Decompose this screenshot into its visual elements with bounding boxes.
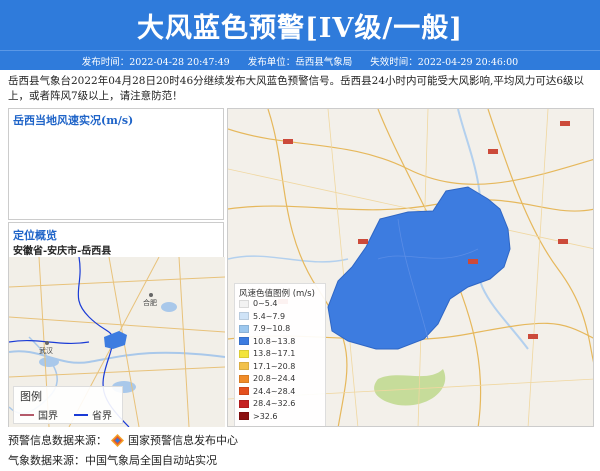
wind-legend-item: 7.9~10.8 — [239, 324, 290, 333]
wind-legend-swatch — [239, 374, 249, 383]
warning-source-name[interactable]: 国家预警信息发布中心 — [128, 432, 238, 448]
wind-legend-swatch — [239, 312, 249, 320]
wind-legend-label: 7.9~10.8 — [253, 324, 291, 333]
wind-legend-item: 20.8~24.4 — [239, 374, 295, 383]
wind-legend-item: 28.4~32.6 — [239, 399, 295, 408]
expire-time: 失效时间：2022-04-29 20:46:00 — [370, 56, 519, 68]
map-label-hefei: 合肥 — [143, 299, 157, 307]
map-label-wuhan: 武汉 — [39, 347, 53, 355]
wind-legend-title: 风速色值图例 (m/s) — [239, 289, 315, 299]
legend-country-border: 国界 — [20, 407, 58, 422]
wind-legend-item: 13.8~17.1 — [239, 349, 295, 358]
location-overview-panel: 定位概览 安徽省-安庆市-岳西县 合肥 武汉 图例 国界 省界 — [8, 222, 225, 427]
warning-description: 岳西县气象台2022年04月28日20时46分继续发布大风蓝色预警信号。岳西县2… — [8, 75, 585, 102]
wind-legend-label: 24.4~28.4 — [253, 386, 296, 396]
wind-legend-swatch — [239, 299, 249, 308]
weather-source-label: 气象数据来源：中国气象局全国自动站实况 — [8, 454, 217, 467]
warning-source-line: 预警信息数据来源： 国家预警信息发布中心 — [8, 432, 238, 448]
country-border-label: 国界 — [38, 411, 58, 422]
wind-legend-swatch — [239, 337, 249, 345]
wind-legend-item: 24.4~28.4 — [239, 387, 295, 396]
nmc-logo-icon — [111, 433, 124, 447]
wind-legend-swatch — [239, 412, 249, 420]
wind-legend-swatch — [239, 349, 249, 358]
wind-legend-item: 10.8~13.8 — [239, 337, 295, 346]
wind-legend-item: 0~5.4 — [239, 299, 278, 308]
location-overview-title: 定位概览 — [13, 229, 57, 242]
wind-legend-label: 0~5.4 — [253, 299, 278, 308]
wind-legend-label: 28.4~32.6 — [253, 399, 296, 408]
wind-legend-swatch — [239, 387, 249, 395]
county-wind-map[interactable]: 风速色值图例 (m/s) 0~5.4 5.4~7.9 7.9~10.8 10.8~13… — [227, 108, 594, 427]
warning-info-bar: 发布时间：2022-04-28 20:47:49 发布单位：岳西县气象局 失效时… — [0, 50, 600, 70]
wind-legend-item: >32.6 — [239, 412, 278, 421]
map-legend-title: 图例 — [20, 390, 42, 403]
wind-legend-label: 10.8~13.8 — [253, 336, 296, 346]
country-border-line-icon — [20, 413, 34, 416]
legend-province-border: 省界 — [74, 407, 112, 422]
province-border-line-icon — [74, 413, 88, 416]
wind-legend-label: 5.4~7.9 — [253, 311, 286, 321]
wind-legend-label: 20.8~24.4 — [253, 374, 296, 383]
map-legend: 图例 国界 省界 — [13, 386, 123, 424]
weather-source-line: 气象数据来源：中国气象局全国自动站实况 — [8, 452, 217, 468]
wind-speed-title: 岳西当地风速实况(m/s) — [13, 114, 134, 127]
wind-legend-swatch — [239, 324, 249, 333]
warning-source-label: 预警信息数据来源： — [8, 434, 107, 447]
wind-legend-label: 13.8~17.1 — [253, 349, 296, 358]
wind-legend-label: 17.1~20.8 — [253, 361, 296, 371]
wind-legend-swatch — [239, 362, 249, 370]
wind-legend-item: 5.4~7.9 — [239, 312, 285, 321]
publisher: 发布单位：岳西县气象局 — [247, 56, 353, 68]
wind-legend-swatch — [239, 399, 249, 408]
publish-time: 发布时间：2022-04-28 20:47:49 — [81, 56, 230, 68]
province-border-label: 省界 — [92, 411, 112, 422]
location-overview-map[interactable]: 合肥 武汉 图例 国界 省界 — [9, 257, 225, 427]
wind-legend-item: 17.1~20.8 — [239, 362, 295, 371]
warning-title: 大风蓝色预警[IV级/一般] — [0, 0, 600, 50]
wind-color-legend: 风速色值图例 (m/s) 0~5.4 5.4~7.9 7.9~10.8 10.8~13… — [234, 283, 326, 426]
wind-legend-label: >32.6 — [253, 411, 278, 421]
location-text: 安徽省-安庆市-岳西县 — [13, 246, 112, 257]
wind-speed-panel: 岳西当地风速实况(m/s) — [8, 108, 224, 220]
